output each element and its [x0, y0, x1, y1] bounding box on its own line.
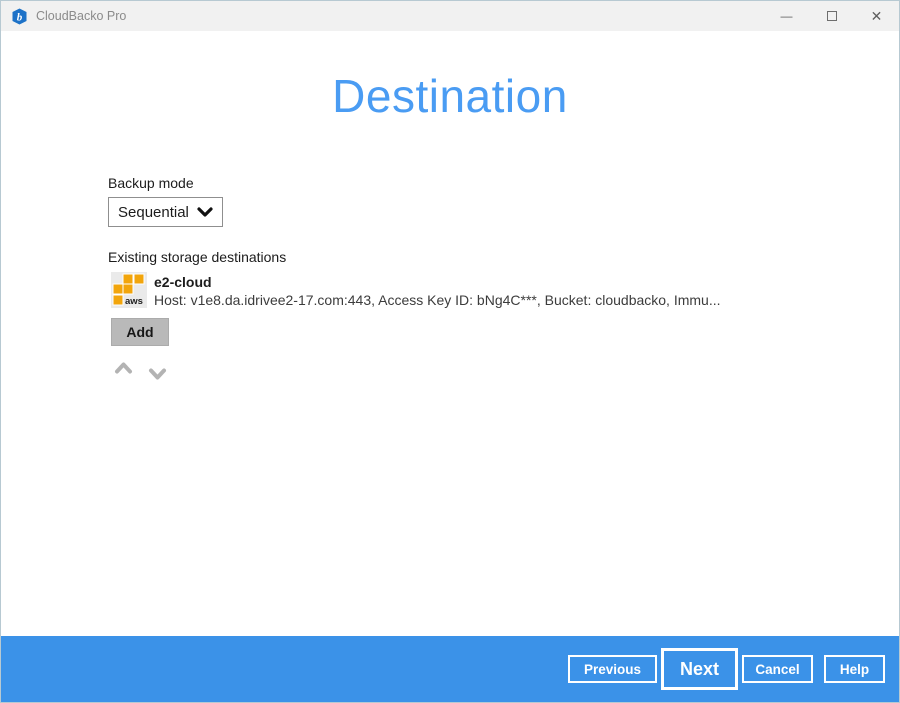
- reorder-controls: [114, 361, 167, 385]
- move-up-icon[interactable]: [114, 361, 133, 379]
- backup-mode-label: Backup mode: [108, 175, 194, 191]
- page-title: Destination: [1, 69, 899, 123]
- maximize-icon: [827, 11, 837, 21]
- app-window: b CloudBacko Pro — ✕ Destination Backup …: [0, 0, 900, 703]
- destination-list-item[interactable]: aws e2-cloud Host: v1e8.da.idrivee2-17.c…: [111, 272, 721, 310]
- existing-destinations-label: Existing storage destinations: [108, 249, 286, 265]
- maximize-button[interactable]: [809, 1, 854, 31]
- aws-icon: aws: [111, 272, 147, 308]
- chevron-down-icon: [197, 207, 213, 217]
- minimize-button[interactable]: —: [764, 1, 809, 31]
- titlebar: b CloudBacko Pro — ✕: [1, 1, 899, 31]
- destination-name: e2-cloud: [154, 274, 721, 291]
- cancel-button[interactable]: Cancel: [742, 655, 813, 683]
- main-content: Destination Backup mode Sequential Exist…: [1, 31, 899, 636]
- aws-icon-text: aws: [125, 296, 143, 307]
- window-controls: — ✕: [764, 1, 899, 31]
- backup-mode-select[interactable]: Sequential: [108, 197, 223, 227]
- help-button[interactable]: Help: [824, 655, 885, 683]
- svg-text:b: b: [17, 11, 23, 23]
- backup-mode-selected-value: Sequential: [118, 204, 189, 221]
- next-button[interactable]: Next: [661, 648, 738, 690]
- cloudbacko-logo-icon: b: [11, 8, 28, 25]
- close-button[interactable]: ✕: [854, 1, 899, 31]
- destination-details: Host: v1e8.da.idrivee2-17.com:443, Acces…: [154, 291, 721, 310]
- add-destination-button[interactable]: Add: [111, 318, 169, 346]
- move-down-icon[interactable]: [148, 367, 167, 385]
- window-title: CloudBacko Pro: [36, 9, 126, 23]
- wizard-footer: Previous Next Cancel Help: [1, 636, 899, 702]
- previous-button[interactable]: Previous: [568, 655, 657, 683]
- destination-texts: e2-cloud Host: v1e8.da.idrivee2-17.com:4…: [154, 272, 721, 310]
